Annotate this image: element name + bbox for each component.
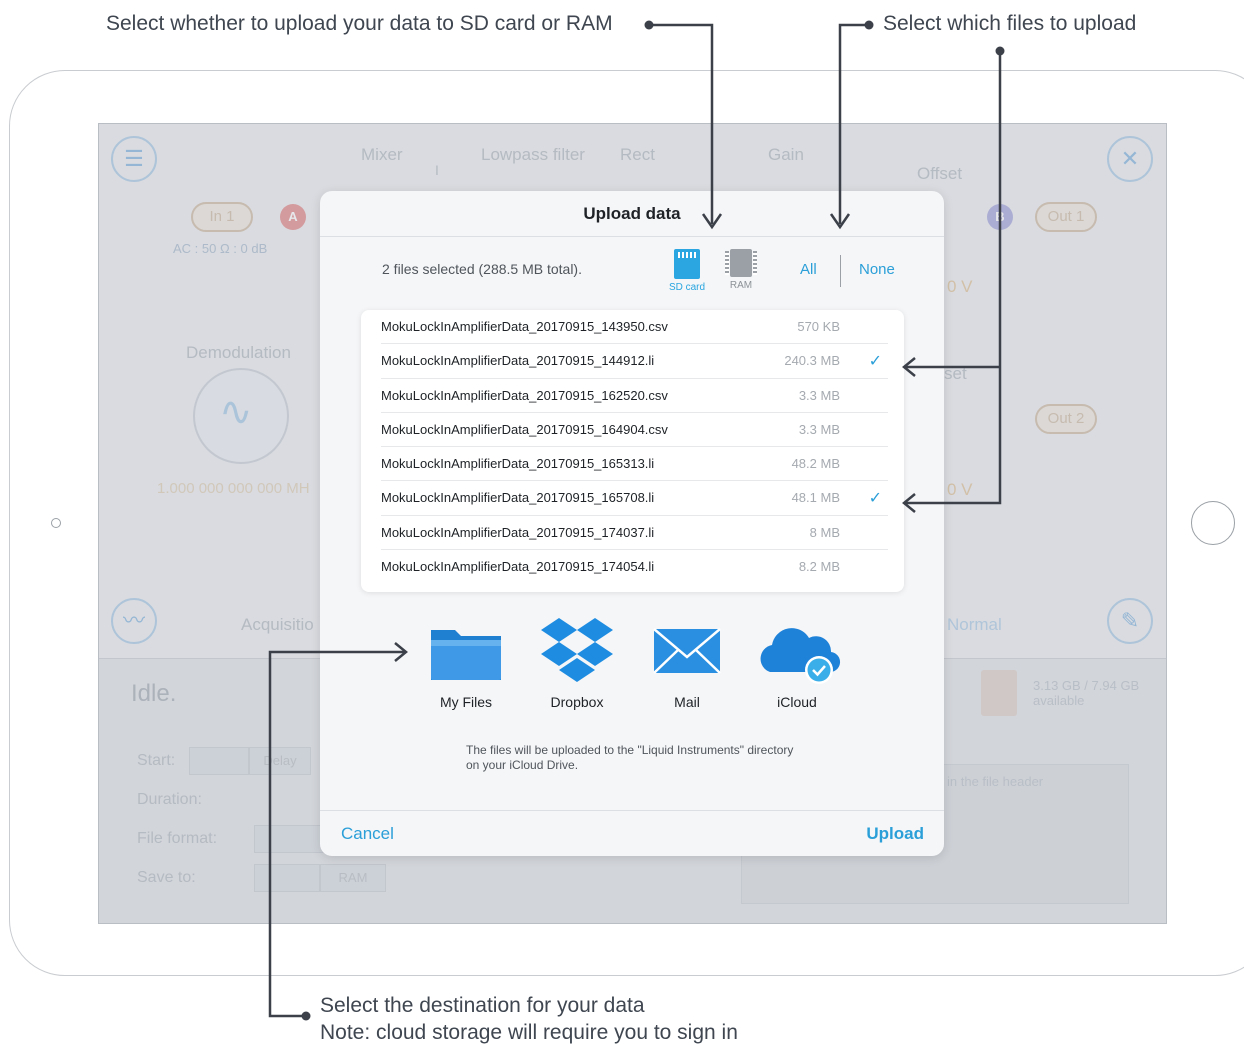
file-size: 8 MB [809,524,840,540]
file-row[interactable]: MokuLockInAmplifierData_20170915_165313.… [381,447,888,482]
destination-label: Dropbox [550,694,604,710]
divider [840,255,841,287]
file-row[interactable]: MokuLockInAmplifierData_20170915_165708.… [381,481,888,516]
select-none-button[interactable]: None [859,261,895,278]
dot-destination [301,1011,311,1021]
dialog-header: Upload data [320,191,944,237]
file-row[interactable]: MokuLockInAmplifierData_20170915_143950.… [381,310,888,345]
dot-storage [644,20,654,30]
file-name: MokuLockInAmplifierData_20170915_174054.… [381,559,655,575]
checkmark-icon: ✓ [868,490,882,508]
storage-option-label: SD card [668,282,706,293]
dot-files [864,20,874,30]
sd-card-icon [674,249,700,279]
cancel-button[interactable]: Cancel [341,824,394,844]
upload-data-dialog: Upload data 2 files selected (288.5 MB t… [320,191,944,856]
selection-summary: 2 files selected (288.5 MB total). [382,261,582,277]
ram-chip-icon [725,249,757,277]
file-row[interactable]: MokuLockInAmplifierData_20170915_174037.… [381,516,888,551]
file-size: 570 KB [797,319,840,334]
file-name: MokuLockInAmplifierData_20170915_165313.… [381,456,655,472]
file-row[interactable]: MokuLockInAmplifierData_20170915_174054.… [381,550,888,584]
dot-files-right [995,46,1005,56]
mail-icon [653,628,721,674]
file-size: 3.3 MB [798,387,840,403]
file-name: MokuLockInAmplifierData_20170915_165708.… [381,490,655,506]
dialog-title: Upload data [583,204,681,223]
destination-label: iCloud [777,694,817,710]
destination-icloud[interactable]: iCloud [752,616,842,710]
annotated-screenshot: Select whether to upload your data to SD… [0,0,1244,1045]
file-name: MokuLockInAmplifierData_20170915_162520.… [381,387,668,403]
destination-label: My Files [439,694,493,710]
checkmark-icon: ✓ [868,353,882,371]
file-size: 48.2 MB [791,456,840,472]
upload-note: The files will be uploaded to the "Liqui… [466,743,794,772]
destination-options: My Files Dropbox Mail iCloud [410,616,870,716]
file-size: 3.3 MB [798,421,840,437]
file-row[interactable]: MokuLockInAmplifierData_20170915_164904.… [381,413,888,448]
file-row[interactable]: MokuLockInAmplifierData_20170915_162520.… [381,379,888,413]
file-name: MokuLockInAmplifierData_20170915_174037.… [381,524,655,540]
destination-my-files[interactable]: My Files [421,616,511,710]
destination-mail[interactable]: Mail [642,616,732,710]
file-size: 240.3 MB [784,353,840,369]
callout-storage: Select whether to upload your data to SD… [106,12,613,35]
storage-option-sd-card[interactable]: SD card [664,249,710,293]
footer-divider [320,810,944,811]
dropbox-icon [541,618,613,682]
destination-label: Mail [674,694,700,710]
home-button[interactable] [1191,501,1235,545]
file-name: MokuLockInAmplifierData_20170915_144912.… [381,353,655,369]
callout-destination: Select the destination for your data [320,994,645,1017]
destination-dropbox[interactable]: Dropbox [532,616,622,710]
storage-option-label: RAM [729,280,753,291]
select-all-button[interactable]: All [800,261,817,278]
callout-destination-note: Note: cloud storage will require you to … [320,1021,738,1044]
upload-button[interactable]: Upload [866,824,924,844]
file-size: 48.1 MB [791,490,840,506]
storage-option-ram[interactable]: RAM [718,249,764,291]
icloud-icon [760,628,841,684]
camera-icon [51,518,61,528]
callout-files: Select which files to upload [883,12,1137,35]
file-list[interactable]: MokuLockInAmplifierData_20170915_143950.… [361,310,904,592]
file-row[interactable]: MokuLockInAmplifierData_20170915_144912.… [381,344,888,379]
folder-icon [431,630,501,680]
file-name: MokuLockInAmplifierData_20170915_164904.… [381,421,668,437]
file-name: MokuLockInAmplifierData_20170915_143950.… [381,319,668,334]
file-size: 8.2 MB [798,559,840,575]
